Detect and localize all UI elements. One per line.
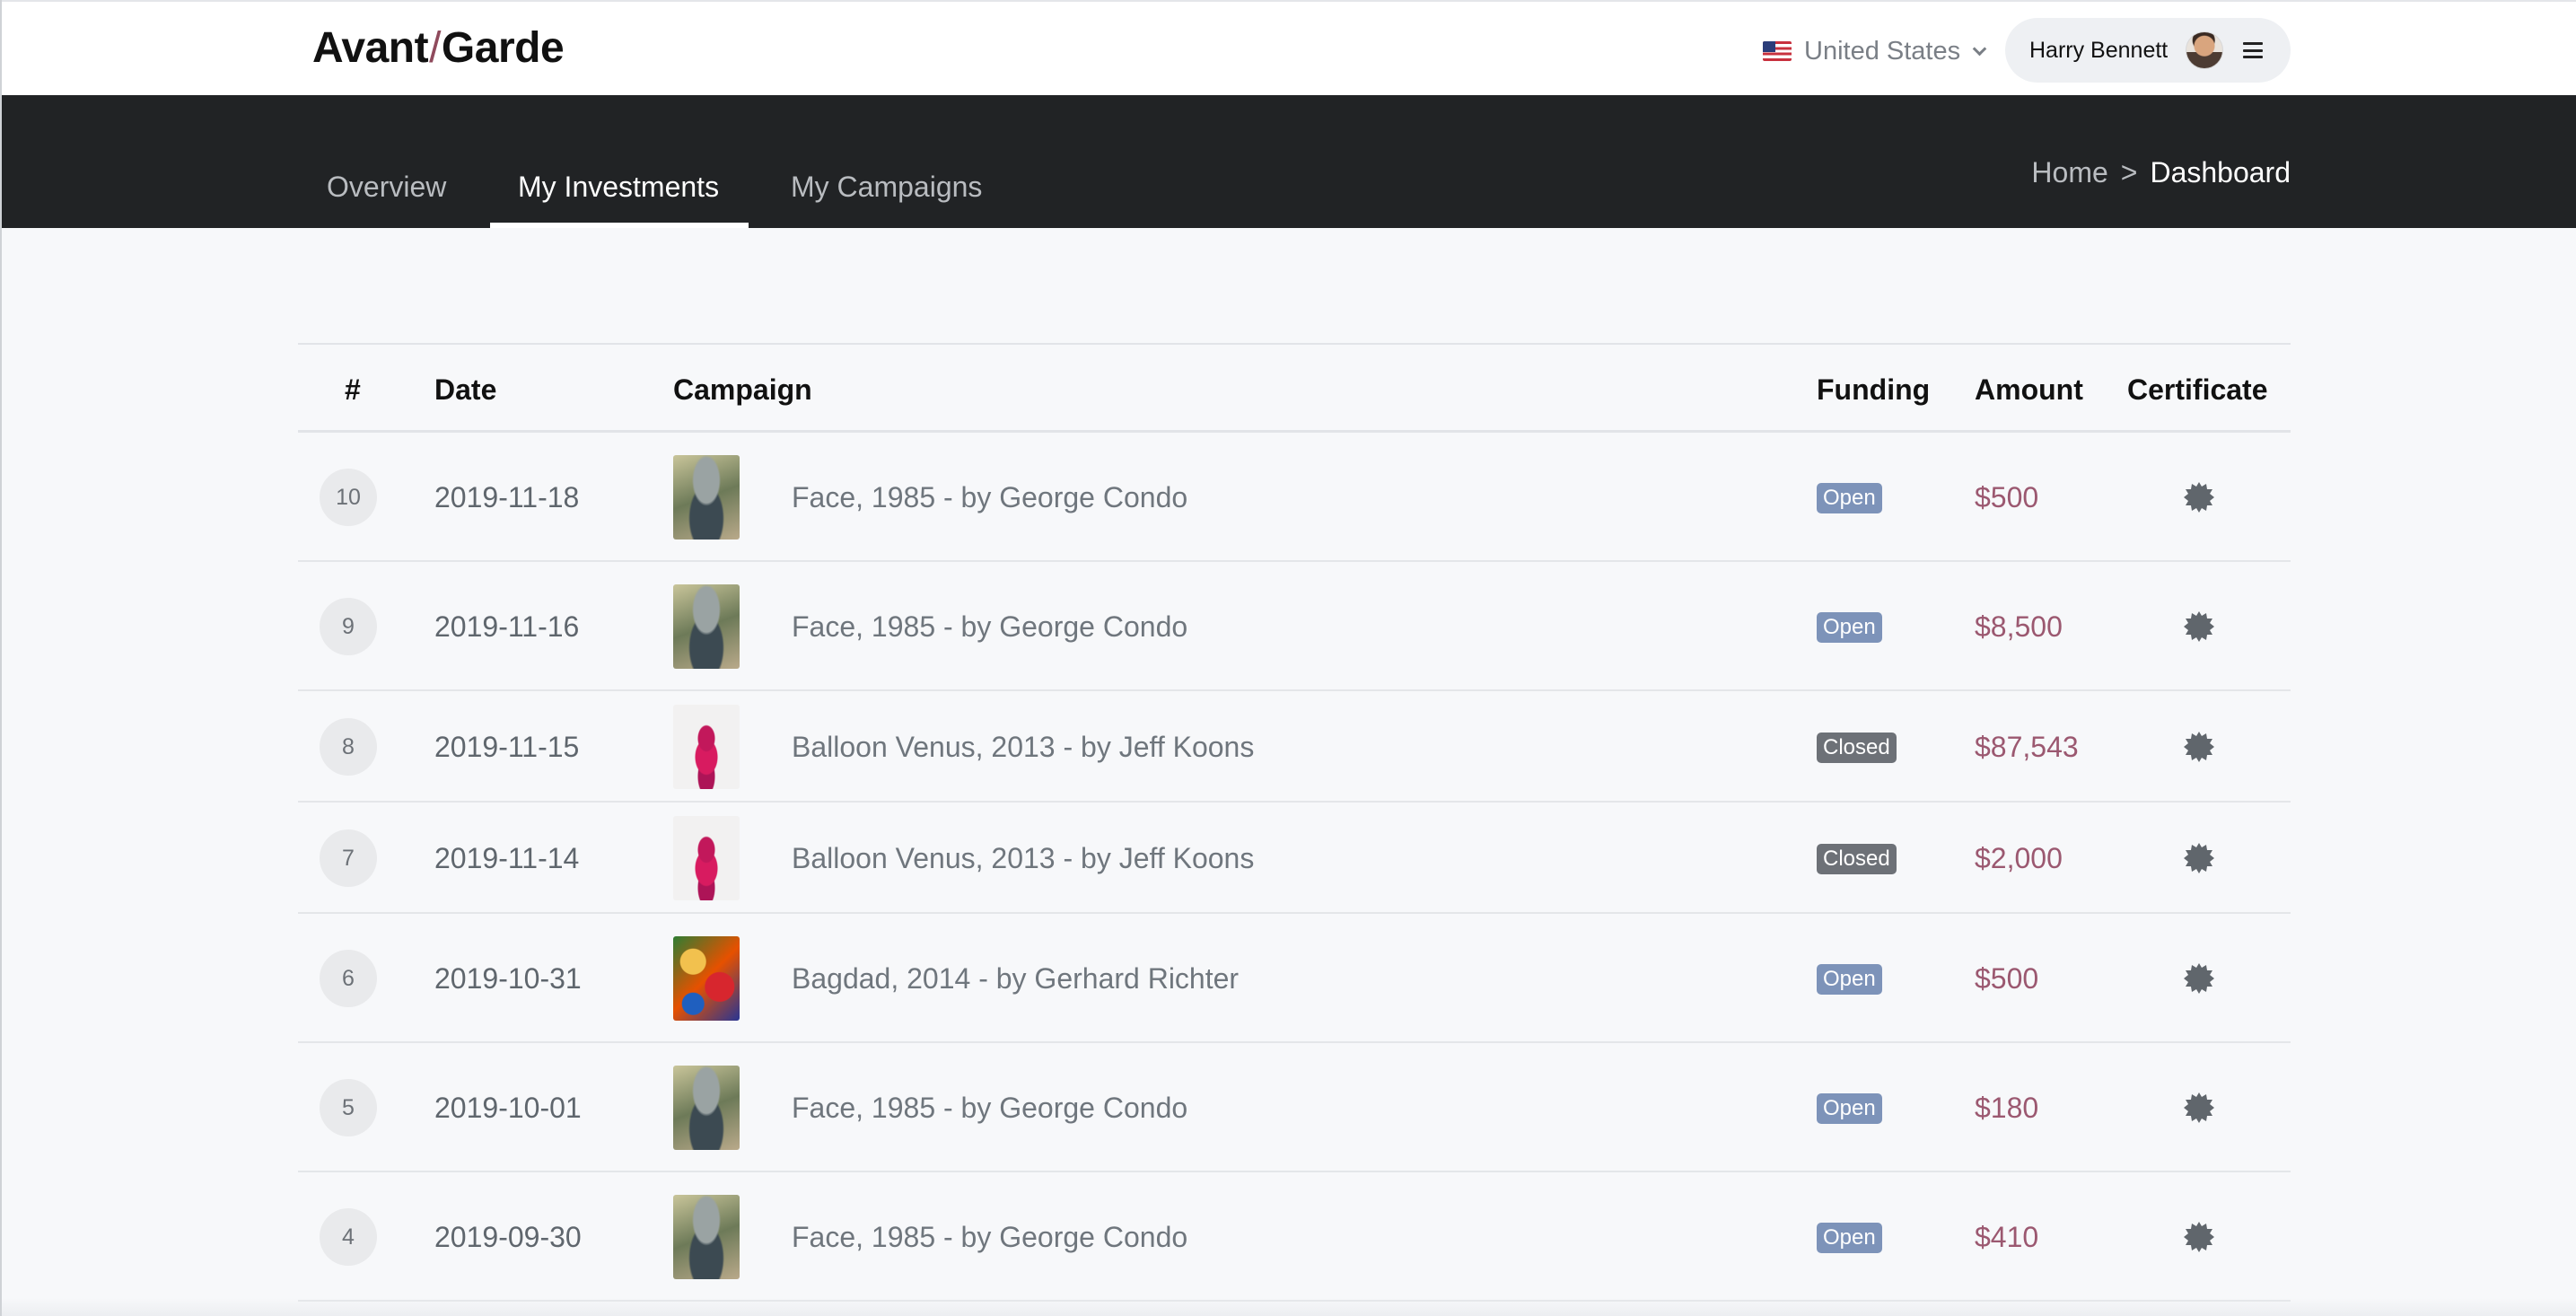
campaign-thumbnail[interactable] — [673, 705, 740, 789]
user-menu-button[interactable]: Harry Bennett — [2005, 18, 2291, 83]
hamburger-menu-icon[interactable] — [2243, 42, 2264, 58]
breadcrumb-current: Dashboard — [2150, 156, 2291, 189]
breadcrumb: Home > Dashboard — [2031, 156, 2291, 189]
row-amount: $2,000 — [1975, 842, 2063, 874]
table-row[interactable]: 6 2019-10-31 Bagdad, 2014 - by Gerhard Ric… — [298, 914, 2291, 1043]
column-header-num: # — [345, 373, 361, 406]
row-date: 2019-11-16 — [434, 610, 580, 643]
brand-logo[interactable]: Avant/Garde — [312, 23, 565, 73]
campaign-link[interactable]: Face, 1985 - by George Condo — [792, 610, 1187, 644]
campaign-link[interactable]: Balloon Venus, 2013 - by Jeff Koons — [792, 842, 1254, 875]
row-number-badge: 6 — [320, 950, 377, 1007]
table-row[interactable]: 4 2019-09-30 Face, 1985 - by George Condo O… — [298, 1172, 2291, 1302]
logo-text-right: Garde — [441, 24, 565, 72]
campaign-link[interactable]: Face, 1985 - by George Condo — [792, 1092, 1187, 1125]
tab-my-investments[interactable]: My Investments — [518, 171, 719, 204]
row-number-badge: 10 — [320, 469, 377, 526]
row-date: 2019-10-31 — [434, 962, 582, 995]
campaign-thumbnail[interactable] — [673, 584, 740, 669]
column-header-funding: Funding — [1817, 373, 1931, 406]
country-selector[interactable]: United States — [1763, 36, 1987, 66]
campaign-thumbnail[interactable] — [673, 455, 740, 540]
row-amount: $500 — [1975, 962, 2039, 995]
certificate-seal-icon[interactable] — [2183, 481, 2215, 513]
funding-status-badge: Open — [1817, 612, 1882, 643]
funding-status-badge: Open — [1817, 1093, 1882, 1124]
row-date: 2019-11-18 — [434, 481, 580, 513]
window-edge — [0, 0, 2, 1316]
funding-status-badge: Open — [1817, 483, 1882, 513]
top-header: Avant/Garde United States Harry Bennett — [0, 0, 2576, 95]
table-row[interactable]: 8 2019-11-15 Balloon Venus, 2013 - by Jeff… — [298, 691, 2291, 803]
row-number-badge: 4 — [320, 1208, 377, 1266]
investments-table: # Date Campaign Funding Amount Certifica… — [298, 343, 2291, 1302]
logo-slash: / — [429, 24, 441, 72]
column-header-certificate: Certificate — [2127, 373, 2268, 406]
campaign-link[interactable]: Bagdad, 2014 - by Gerhard Richter — [792, 962, 1239, 996]
active-tab-indicator — [490, 223, 749, 228]
row-number-badge: 9 — [320, 598, 377, 655]
chevron-down-icon — [1972, 41, 1987, 56]
certificate-seal-icon[interactable] — [2183, 1092, 2215, 1124]
table-row[interactable]: 5 2019-10-01 Face, 1985 - by George Condo O… — [298, 1043, 2291, 1172]
row-date: 2019-11-15 — [434, 731, 580, 763]
main-nav: Overview My Investments My Campaigns Hom… — [0, 95, 2576, 228]
row-date: 2019-11-14 — [434, 842, 580, 874]
country-label: United States — [1804, 36, 1961, 66]
campaign-thumbnail[interactable] — [673, 1195, 740, 1279]
certificate-seal-icon[interactable] — [2183, 731, 2215, 763]
row-amount: $410 — [1975, 1221, 2039, 1253]
column-header-campaign: Campaign — [673, 373, 812, 406]
row-number-badge: 8 — [320, 718, 377, 776]
funding-status-badge: Closed — [1817, 844, 1897, 874]
column-header-date: Date — [434, 373, 497, 406]
row-number-badge: 5 — [320, 1079, 377, 1136]
row-date: 2019-09-30 — [434, 1221, 582, 1253]
certificate-seal-icon[interactable] — [2183, 610, 2215, 643]
row-amount: $8,500 — [1975, 610, 2063, 643]
row-number-badge: 7 — [320, 829, 377, 887]
funding-status-badge: Closed — [1817, 733, 1897, 763]
campaign-thumbnail[interactable] — [673, 1066, 740, 1150]
certificate-seal-icon[interactable] — [2183, 962, 2215, 995]
row-amount: $180 — [1975, 1092, 2039, 1124]
logo-text-left: Avant — [312, 24, 429, 72]
table-header: # Date Campaign Funding Amount Certifica… — [298, 343, 2291, 433]
breadcrumb-home-link[interactable]: Home — [2031, 156, 2107, 189]
user-name: Harry Bennett — [2029, 37, 2169, 63]
campaign-link[interactable]: Face, 1985 - by George Condo — [792, 1221, 1187, 1254]
funding-status-badge: Open — [1817, 1223, 1882, 1253]
certificate-seal-icon[interactable] — [2183, 1221, 2215, 1253]
certificate-seal-icon[interactable] — [2183, 842, 2215, 874]
row-amount: $87,543 — [1975, 731, 2079, 763]
scroll-fade — [0, 1298, 2576, 1316]
avatar — [2186, 31, 2224, 69]
campaign-thumbnail[interactable] — [673, 816, 740, 900]
table-row[interactable]: 7 2019-11-14 Balloon Venus, 2013 - by Jeff… — [298, 803, 2291, 914]
table-row[interactable]: 9 2019-11-16 Face, 1985 - by George Condo O… — [298, 562, 2291, 691]
tab-overview[interactable]: Overview — [327, 171, 446, 204]
us-flag-icon — [1763, 41, 1792, 61]
row-amount: $500 — [1975, 481, 2039, 513]
table-row[interactable]: 10 2019-11-18 Face, 1985 - by George Condo… — [298, 433, 2291, 562]
row-date: 2019-10-01 — [434, 1092, 582, 1124]
column-header-amount: Amount — [1975, 373, 2083, 406]
funding-status-badge: Open — [1817, 964, 1882, 995]
campaign-thumbnail[interactable] — [673, 936, 740, 1021]
campaign-link[interactable]: Face, 1985 - by George Condo — [792, 481, 1187, 514]
tab-my-campaigns[interactable]: My Campaigns — [791, 171, 982, 204]
campaign-link[interactable]: Balloon Venus, 2013 - by Jeff Koons — [792, 731, 1254, 764]
breadcrumb-separator: > — [2120, 156, 2138, 189]
